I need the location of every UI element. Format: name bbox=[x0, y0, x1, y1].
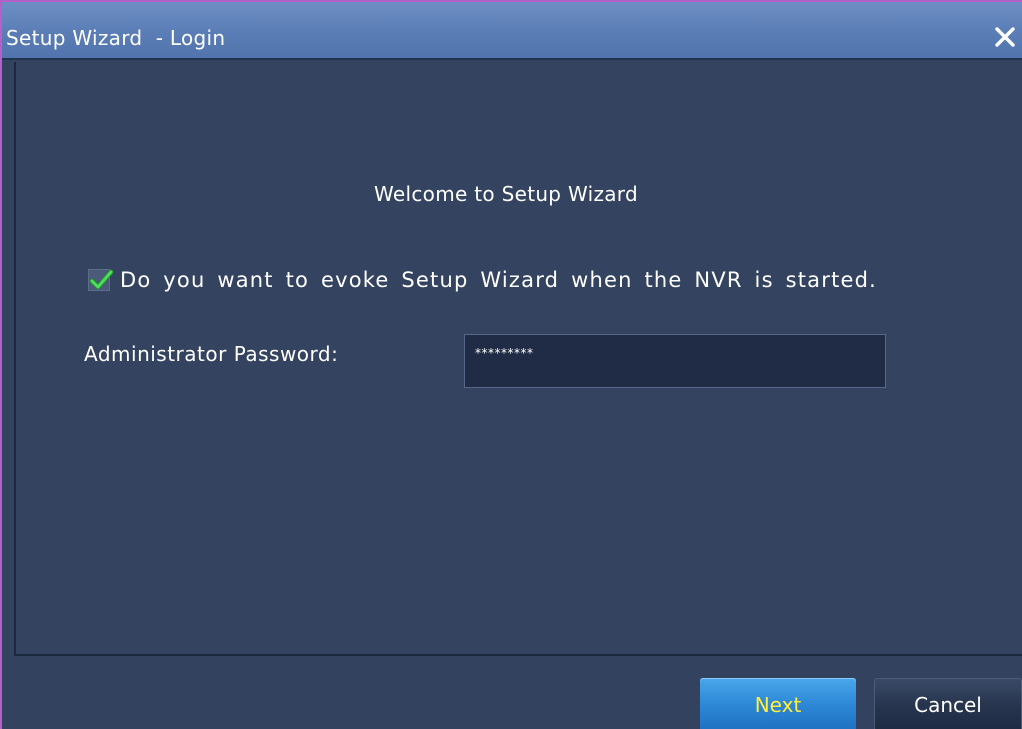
admin-password-input[interactable] bbox=[464, 334, 886, 388]
evoke-wizard-checkbox[interactable] bbox=[88, 269, 114, 291]
button-bar: Next Cancel bbox=[2, 658, 1022, 729]
setup-wizard-window: Setup Wizard - Login Welcome to Setup Wi… bbox=[0, 0, 1022, 729]
admin-password-label: Administrator Password: bbox=[84, 342, 339, 366]
cancel-button[interactable]: Cancel bbox=[874, 678, 1022, 729]
welcome-heading: Welcome to Setup Wizard bbox=[374, 182, 638, 206]
close-icon bbox=[990, 22, 1020, 52]
title-bar: Setup Wizard - Login bbox=[2, 2, 1022, 60]
wizard-content: Welcome to Setup Wizard Do you want to e… bbox=[14, 62, 1022, 656]
close-button[interactable] bbox=[990, 22, 1020, 52]
evoke-wizard-label: Do you want to evoke Setup Wizard when t… bbox=[120, 268, 878, 292]
next-button[interactable]: Next bbox=[700, 678, 856, 729]
evoke-wizard-option[interactable]: Do you want to evoke Setup Wizard when t… bbox=[88, 268, 877, 292]
window-title: Setup Wizard - Login bbox=[6, 26, 226, 50]
